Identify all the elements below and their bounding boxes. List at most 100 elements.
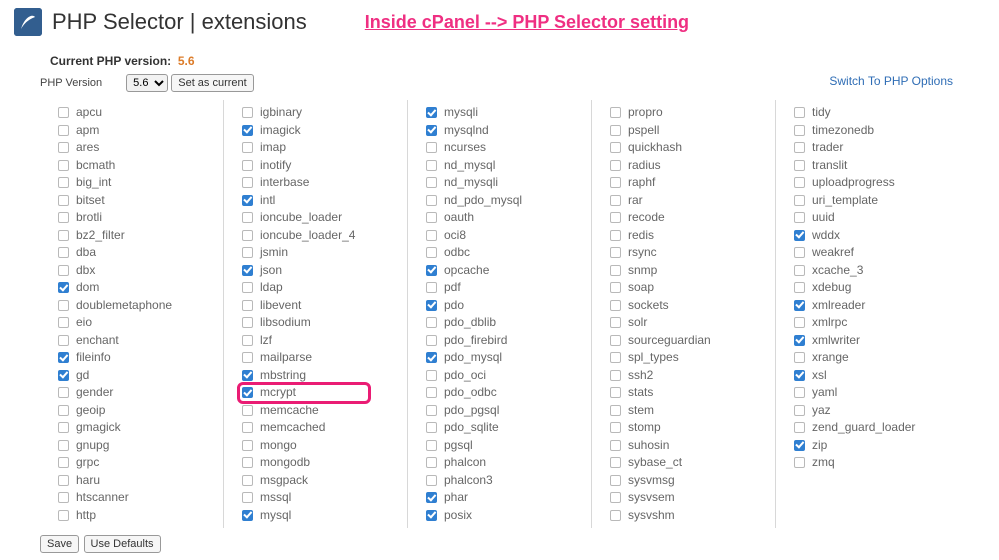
- ext-item-sockets[interactable]: sockets: [610, 297, 763, 315]
- checkbox-geoip[interactable]: [58, 405, 69, 416]
- checkbox-pdo_mysql[interactable]: [426, 352, 437, 363]
- checkbox-pdo_odbc[interactable]: [426, 387, 437, 398]
- ext-item-pdo_mysql[interactable]: pdo_mysql: [426, 349, 579, 367]
- checkbox-inotify[interactable]: [242, 160, 253, 171]
- checkbox-json[interactable]: [242, 265, 253, 276]
- ext-item-ncurses[interactable]: ncurses: [426, 139, 579, 157]
- checkbox-libevent[interactable]: [242, 300, 253, 311]
- ext-item-libevent[interactable]: libevent: [242, 297, 395, 315]
- ext-item-yaz[interactable]: yaz: [794, 402, 947, 420]
- checkbox-nd_pdo_mysql[interactable]: [426, 195, 437, 206]
- ext-item-apm[interactable]: apm: [58, 122, 211, 140]
- ext-item-pdo_oci[interactable]: pdo_oci: [426, 367, 579, 385]
- checkbox-pdo_dblib[interactable]: [426, 317, 437, 328]
- ext-item-odbc[interactable]: odbc: [426, 244, 579, 262]
- ext-item-gmagick[interactable]: gmagick: [58, 419, 211, 437]
- checkbox-mysqli[interactable]: [426, 107, 437, 118]
- checkbox-propro[interactable]: [610, 107, 621, 118]
- ext-item-timezonedb[interactable]: timezonedb: [794, 122, 947, 140]
- checkbox-grpc[interactable]: [58, 457, 69, 468]
- checkbox-intl[interactable]: [242, 195, 253, 206]
- checkbox-solr[interactable]: [610, 317, 621, 328]
- ext-item-propro[interactable]: propro: [610, 104, 763, 122]
- ext-item-memcache[interactable]: memcache: [242, 402, 395, 420]
- ext-item-xmlreader[interactable]: xmlreader: [794, 297, 947, 315]
- checkbox-xmlreader[interactable]: [794, 300, 805, 311]
- checkbox-spl_types[interactable]: [610, 352, 621, 363]
- ext-item-gd[interactable]: gd: [58, 367, 211, 385]
- checkbox-rsync[interactable]: [610, 247, 621, 258]
- ext-item-memcached[interactable]: memcached: [242, 419, 395, 437]
- checkbox-brotli[interactable]: [58, 212, 69, 223]
- checkbox-mongo[interactable]: [242, 440, 253, 451]
- checkbox-sourceguardian[interactable]: [610, 335, 621, 346]
- ext-item-sybase_ct[interactable]: sybase_ct: [610, 454, 763, 472]
- checkbox-mcrypt[interactable]: [242, 387, 253, 398]
- ext-item-intl[interactable]: intl: [242, 192, 395, 210]
- checkbox-xsl[interactable]: [794, 370, 805, 381]
- ext-item-mongodb[interactable]: mongodb: [242, 454, 395, 472]
- ext-item-posix[interactable]: posix: [426, 507, 579, 525]
- checkbox-xmlwriter[interactable]: [794, 335, 805, 346]
- ext-item-wddx[interactable]: wddx: [794, 227, 947, 245]
- checkbox-sysvshm[interactable]: [610, 510, 621, 521]
- ext-item-stats[interactable]: stats: [610, 384, 763, 402]
- checkbox-enchant[interactable]: [58, 335, 69, 346]
- ext-item-nd_pdo_mysql[interactable]: nd_pdo_mysql: [426, 192, 579, 210]
- ext-item-uploadprogress[interactable]: uploadprogress: [794, 174, 947, 192]
- ext-item-pdo_odbc[interactable]: pdo_odbc: [426, 384, 579, 402]
- checkbox-memcached[interactable]: [242, 422, 253, 433]
- checkbox-quickhash[interactable]: [610, 142, 621, 153]
- ext-item-imagick[interactable]: imagick: [242, 122, 395, 140]
- checkbox-phalcon3[interactable]: [426, 475, 437, 486]
- ext-item-recode[interactable]: recode: [610, 209, 763, 227]
- ext-item-zip[interactable]: zip: [794, 437, 947, 455]
- checkbox-doublemetaphone[interactable]: [58, 300, 69, 311]
- ext-item-weakref[interactable]: weakref: [794, 244, 947, 262]
- checkbox-dba[interactable]: [58, 247, 69, 258]
- checkbox-rar[interactable]: [610, 195, 621, 206]
- ext-item-sysvsem[interactable]: sysvsem: [610, 489, 763, 507]
- ext-item-redis[interactable]: redis: [610, 227, 763, 245]
- ext-item-oci8[interactable]: oci8: [426, 227, 579, 245]
- checkbox-nd_mysql[interactable]: [426, 160, 437, 171]
- checkbox-uri_template[interactable]: [794, 195, 805, 206]
- ext-item-interbase[interactable]: interbase: [242, 174, 395, 192]
- checkbox-mssql[interactable]: [242, 492, 253, 503]
- ext-item-mbstring[interactable]: mbstring: [242, 367, 395, 385]
- checkbox-gmagick[interactable]: [58, 422, 69, 433]
- checkbox-mysqlnd[interactable]: [426, 125, 437, 136]
- checkbox-tidy[interactable]: [794, 107, 805, 118]
- checkbox-wddx[interactable]: [794, 230, 805, 241]
- ext-item-spl_types[interactable]: spl_types: [610, 349, 763, 367]
- ext-item-enchant[interactable]: enchant: [58, 332, 211, 350]
- checkbox-xcache_3[interactable]: [794, 265, 805, 276]
- ext-item-ldap[interactable]: ldap: [242, 279, 395, 297]
- ext-item-zmq[interactable]: zmq: [794, 454, 947, 472]
- ext-item-xcache_3[interactable]: xcache_3: [794, 262, 947, 280]
- ext-item-pdf[interactable]: pdf: [426, 279, 579, 297]
- ext-item-tidy[interactable]: tidy: [794, 104, 947, 122]
- ext-item-mssql[interactable]: mssql: [242, 489, 395, 507]
- checkbox-mbstring[interactable]: [242, 370, 253, 381]
- checkbox-stats[interactable]: [610, 387, 621, 398]
- ext-item-msgpack[interactable]: msgpack: [242, 472, 395, 490]
- ext-item-rar[interactable]: rar: [610, 192, 763, 210]
- checkbox-odbc[interactable]: [426, 247, 437, 258]
- checkbox-posix[interactable]: [426, 510, 437, 521]
- checkbox-imagick[interactable]: [242, 125, 253, 136]
- ext-item-htscanner[interactable]: htscanner: [58, 489, 211, 507]
- ext-item-mcrypt[interactable]: mcrypt: [242, 384, 395, 402]
- ext-item-xmlrpc[interactable]: xmlrpc: [794, 314, 947, 332]
- checkbox-sysvmsg[interactable]: [610, 475, 621, 486]
- checkbox-zmq[interactable]: [794, 457, 805, 468]
- checkbox-mysql[interactable]: [242, 510, 253, 521]
- ext-item-sysvshm[interactable]: sysvshm: [610, 507, 763, 525]
- checkbox-yaml[interactable]: [794, 387, 805, 398]
- ext-item-dba[interactable]: dba: [58, 244, 211, 262]
- checkbox-xmlrpc[interactable]: [794, 317, 805, 328]
- checkbox-uuid[interactable]: [794, 212, 805, 223]
- checkbox-bcmath[interactable]: [58, 160, 69, 171]
- ext-item-inotify[interactable]: inotify: [242, 157, 395, 175]
- php-version-select[interactable]: 5.6: [126, 74, 168, 92]
